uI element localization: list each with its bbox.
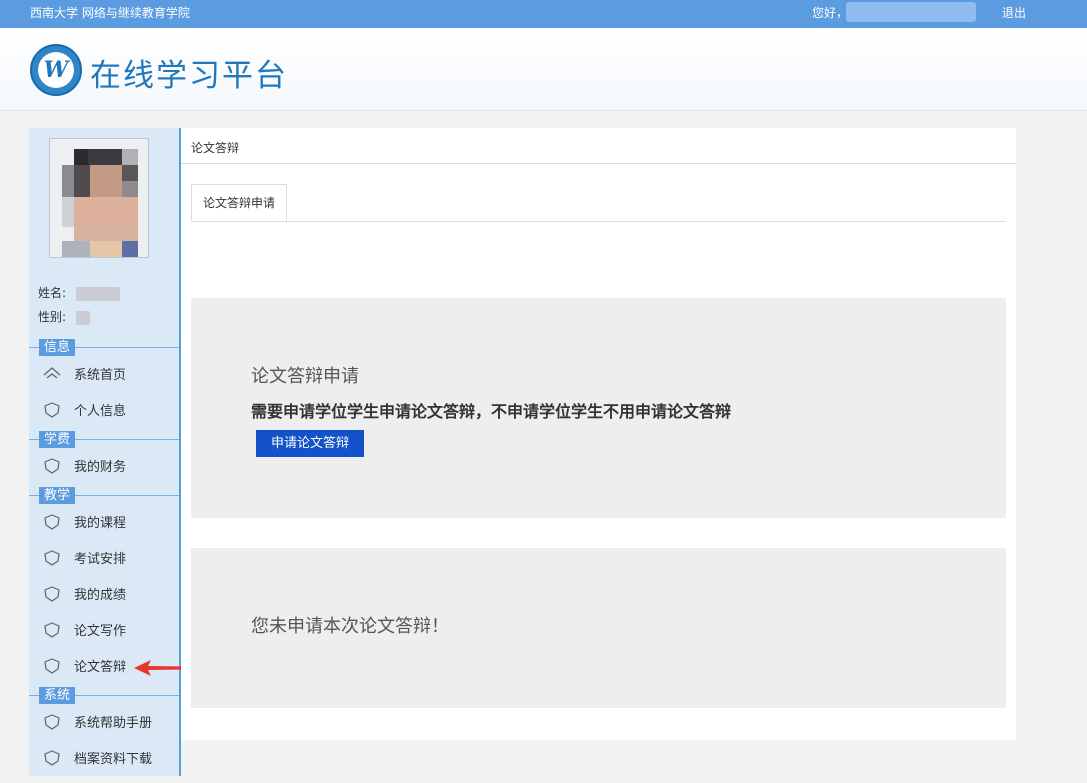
shield-icon (44, 622, 60, 638)
apply-thesis-defense-button[interactable]: 申请论文答辩 (256, 430, 364, 457)
shield-icon (44, 458, 60, 474)
main-content: 论文答辩 论文答辩申请 论文答辩申请 需要申请学位学生申请论文答辩，不申请学位学… (181, 128, 1016, 740)
greeting-text: 您好， (812, 6, 849, 20)
application-panel: 论文答辩申请 需要申请学位学生申请论文答辩，不申请学位学生不用申请论文答辩 申请… (191, 298, 1006, 518)
avatar (49, 138, 149, 258)
home-icon (43, 367, 61, 379)
tab-bar-divider (191, 221, 1006, 222)
status-message: 您未申请本次论文答辩！ (251, 616, 449, 637)
university-logo-icon: W (30, 44, 82, 96)
sidebar: 姓名: 性别: 信息 系统首页 个人信息 学费 我的财务 教学 我的课程 考试安… (29, 128, 181, 776)
gender-row: 性别: (38, 308, 90, 325)
panel-description: 需要申请学位学生申请论文答辩，不申请学位学生不用申请论文答辩 (251, 402, 732, 421)
section-title-system: 系统 (39, 687, 75, 704)
shield-icon (44, 714, 60, 730)
section-title-info: 信息 (39, 339, 75, 356)
shield-icon (44, 550, 60, 566)
section-title-teaching: 教学 (39, 487, 75, 504)
top-bar: 西南大学 网络与继续教育学院 您好， 退出 (0, 0, 1087, 28)
username-redacted (846, 2, 976, 22)
panel-title: 论文答辩申请 (251, 366, 359, 387)
shield-icon (44, 514, 60, 530)
site-header: W 在线学习平台 (0, 28, 1087, 111)
name-redacted (75, 286, 120, 301)
logout-link[interactable]: 退出 (1002, 4, 1026, 21)
name-label: 姓名: (38, 286, 67, 300)
name-row: 姓名: (38, 284, 120, 301)
section-title-fees: 学费 (39, 431, 75, 448)
gender-redacted (75, 310, 90, 325)
shield-icon (44, 750, 60, 766)
breadcrumb-divider (181, 163, 1016, 164)
gender-label: 性别: (38, 310, 67, 324)
school-name: 西南大学 网络与继续教育学院 (30, 6, 190, 20)
shield-icon (44, 402, 60, 418)
breadcrumb: 论文答辩 (191, 141, 240, 155)
tab-thesis-defense-application[interactable]: 论文答辩申请 (191, 184, 287, 221)
shield-icon (44, 658, 60, 674)
status-panel: 您未申请本次论文答辩！ (191, 548, 1006, 708)
shield-icon (44, 586, 60, 602)
platform-title: 在线学习平台 (90, 58, 288, 94)
